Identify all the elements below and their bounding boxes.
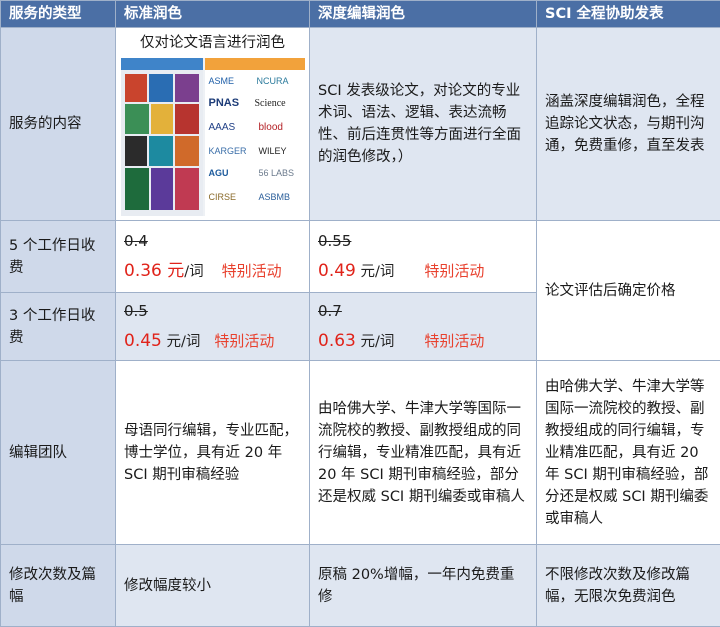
deep-content-cell: SCI 发表级论文，对论文的专业术词、语法、逻辑、表达流畅性、前后连贯性等方面进…	[310, 28, 537, 221]
table-row: 编辑团队 母语同行编辑，专业匹配，博士学位，具有近 20 年 SCI 期刊审稿经…	[1, 361, 720, 545]
table-row: 5 个工作日收费 0.4 0.36 元/词 特别活动 0.55 0.49 元/词 特…	[1, 221, 720, 293]
publisher-logos-image: ASME NCURA PNAS Science AAAS blood KARGE…	[121, 58, 305, 216]
row-label-revision: 修改次数及篇幅	[1, 545, 116, 627]
full-revision-cell: 不限修改次数及修改篇幅，无限次免费润色	[537, 545, 720, 627]
new-price: 0.49	[318, 261, 356, 281]
logo-56labs: 56 LABS	[259, 168, 295, 179]
deep-revision-cell: 原稿 20%增幅，一年内免费重修	[310, 545, 537, 627]
header-full-support: SCI 全程协助发表	[537, 1, 720, 28]
logo-karger: KARGER	[209, 146, 247, 157]
standard-revision-cell: 修改幅度较小	[116, 545, 310, 627]
price-unit: 元/词	[360, 334, 394, 350]
standard-content-title: 仅对论文语言进行润色	[120, 32, 305, 54]
deep-team-cell: 由哈佛大学、牛津大学等国际一流院校的教授、副教授组成的同行编辑，专业精准匹配，具…	[310, 361, 537, 545]
row-label-3day: 3 个工作日收费	[1, 293, 116, 361]
old-price: 0.55	[318, 230, 528, 252]
deep-5day-cell: 0.55 0.49 元/词 特别活动	[310, 221, 537, 293]
old-price: 0.5	[124, 300, 301, 322]
promo-badge: 特别活动	[214, 332, 274, 350]
standard-content-cell: 仅对论文语言进行润色	[116, 28, 310, 221]
standard-3day-cell: 0.5 0.45 元/词特别活动	[116, 293, 310, 361]
row-label-5day: 5 个工作日收费	[1, 221, 116, 293]
logo-wiley: WILEY	[259, 146, 287, 157]
promo-badge: 特别活动	[424, 262, 484, 280]
header-deep-edit: 深度编辑润色	[310, 1, 537, 28]
old-price: 0.4	[124, 230, 301, 252]
full-pricing-cell: 论文评估后确定价格	[537, 221, 720, 361]
price-unit: /词	[184, 264, 203, 280]
standard-5day-cell: 0.4 0.36 元/词 特别活动	[116, 221, 310, 293]
logo-asme: ASME	[209, 76, 235, 87]
row-label-content: 服务的内容	[1, 28, 116, 221]
new-price: 0.45	[124, 331, 162, 351]
row-label-team: 编辑团队	[1, 361, 116, 545]
publisher-logos: ASME NCURA PNAS Science AAAS blood KARGE…	[205, 58, 305, 216]
new-price: 0.36 元	[124, 261, 184, 281]
logo-science: Science	[255, 98, 286, 109]
new-price: 0.63	[318, 331, 356, 351]
logo-asbmb: ASBMB	[259, 192, 291, 203]
header-standard: 标准润色	[116, 1, 310, 28]
price-unit: 元/词	[360, 264, 394, 280]
promo-badge: 特别活动	[222, 262, 282, 280]
price-unit: 元/词	[166, 334, 200, 350]
old-price: 0.7	[318, 300, 528, 322]
full-team-cell: 由哈佛大学、牛津大学等国际一流院校的教授、副教授组成的同行编辑，专业精准匹配，具…	[537, 361, 720, 545]
logo-ncura: NCURA	[257, 76, 289, 87]
table-row: 服务的内容 仅对论文语言进行润色	[1, 28, 720, 221]
logo-blood: blood	[259, 122, 283, 133]
table-header-row: 服务的类型 标准润色 深度编辑润色 SCI 全程协助发表	[1, 1, 720, 28]
promo-badge: 特别活动	[424, 332, 484, 350]
journal-covers-image	[121, 58, 203, 216]
logo-pnas: PNAS	[209, 98, 240, 109]
table-row: 修改次数及篇幅 修改幅度较小 原稿 20%增幅，一年内免费重修 不限修改次数及修…	[1, 545, 720, 627]
service-comparison-page: 服务的类型 标准润色 深度编辑润色 SCI 全程协助发表 服务的内容 仅对论文语…	[0, 0, 720, 617]
logo-agu: AGU	[209, 168, 229, 179]
logo-aaas: AAAS	[209, 122, 236, 133]
header-service-type: 服务的类型	[1, 1, 116, 28]
full-content-cell: 涵盖深度编辑润色，全程追踪论文状态，与期刊沟通，免费重修，直至发表	[537, 28, 720, 221]
standard-team-cell: 母语同行编辑，专业匹配，博士学位，具有近 20 年 SCI 期刊审稿经验	[116, 361, 310, 545]
service-comparison-table: 服务的类型 标准润色 深度编辑润色 SCI 全程协助发表 服务的内容 仅对论文语…	[0, 0, 720, 627]
logo-cirse: CIRSE	[209, 192, 237, 203]
deep-3day-cell: 0.7 0.63 元/词 特别活动	[310, 293, 537, 361]
